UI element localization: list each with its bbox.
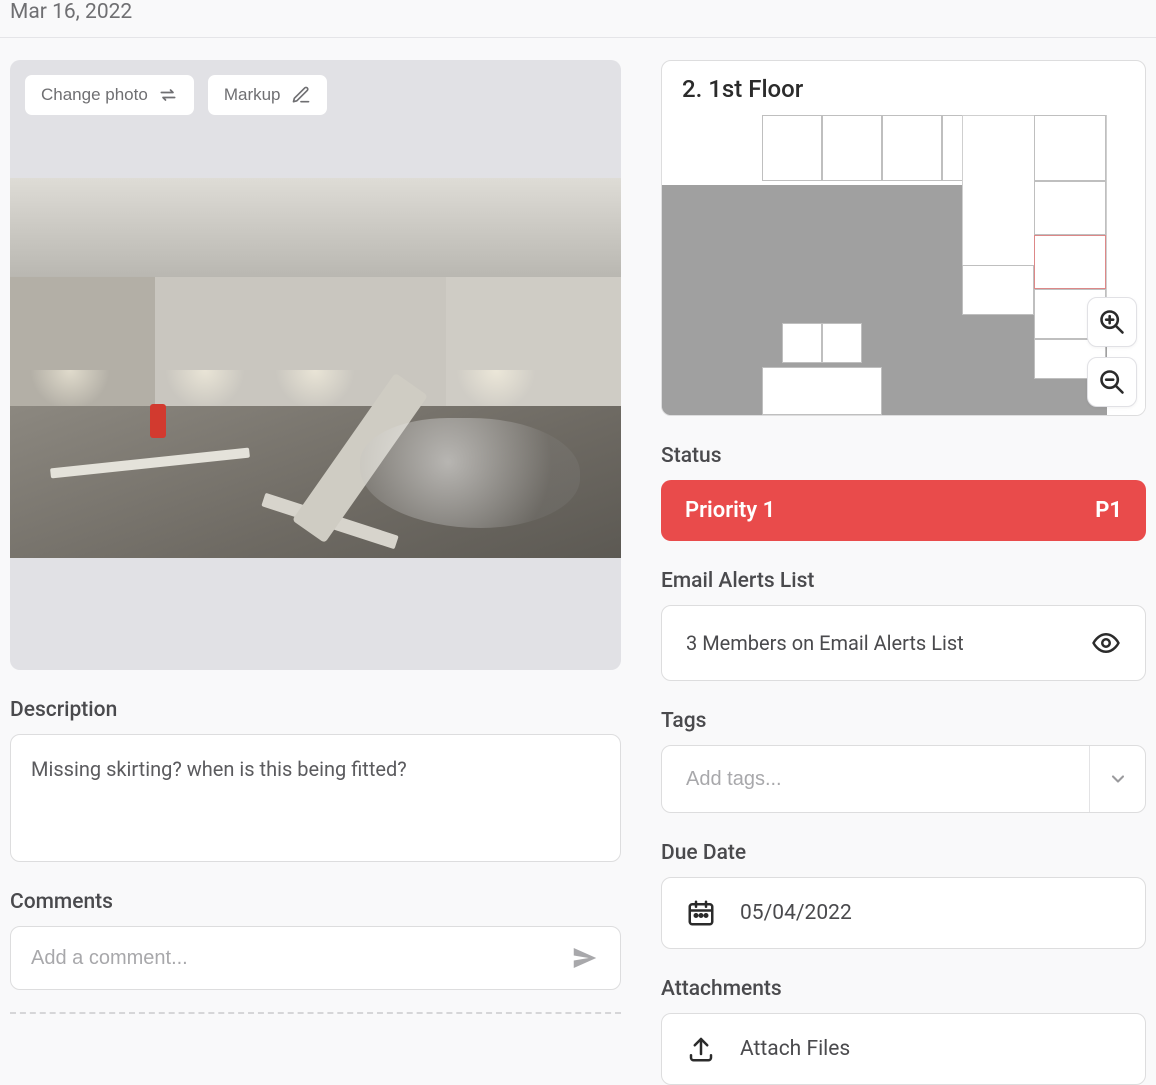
status-code: P1 xyxy=(1095,498,1122,523)
swap-icon xyxy=(158,85,178,105)
due-date-title: Due Date xyxy=(661,841,1146,865)
pencil-icon xyxy=(291,85,311,105)
floorplan-image[interactable] xyxy=(662,115,1145,415)
attach-files-label: Attach Files xyxy=(740,1037,850,1061)
issue-photo[interactable] xyxy=(10,178,621,558)
markup-button[interactable]: Markup xyxy=(207,74,328,116)
header-date: Mar 16, 2022 xyxy=(10,0,132,24)
tags-dropdown-toggle[interactable] xyxy=(1089,746,1145,812)
tags-input[interactable] xyxy=(662,746,1089,812)
zoom-out-icon xyxy=(1098,368,1126,396)
status-pill[interactable]: Priority 1 P1 xyxy=(661,480,1146,541)
description-title: Description xyxy=(10,698,621,722)
email-alerts-title: Email Alerts List xyxy=(661,569,1146,593)
tags-card xyxy=(661,745,1146,813)
due-date-card[interactable]: 05/04/2022 xyxy=(661,877,1146,949)
markup-label: Markup xyxy=(224,85,281,105)
attach-files-card[interactable]: Attach Files xyxy=(661,1013,1146,1085)
upload-icon xyxy=(686,1034,716,1064)
chevron-down-icon xyxy=(1108,769,1128,789)
floorplan-title: 2. 1st Floor xyxy=(662,61,1145,113)
description-text: Missing skirting? when is this being fit… xyxy=(31,757,407,781)
email-alerts-card[interactable]: 3 Members on Email Alerts List xyxy=(661,605,1146,681)
status-label: Priority 1 xyxy=(685,498,775,523)
floorplan-card[interactable]: 2. 1st Floor xyxy=(661,60,1146,416)
tags-title: Tags xyxy=(661,709,1146,733)
zoom-out-button[interactable] xyxy=(1087,357,1137,407)
comment-input[interactable] xyxy=(31,947,560,970)
description-card[interactable]: Missing skirting? when is this being fit… xyxy=(10,734,621,862)
photo-panel: Change photo Markup xyxy=(10,60,621,670)
comments-title: Comments xyxy=(10,890,621,914)
separator xyxy=(10,1012,621,1014)
zoom-in-button[interactable] xyxy=(1087,297,1137,347)
email-alerts-summary: 3 Members on Email Alerts List xyxy=(686,631,964,655)
attachments-title: Attachments xyxy=(661,977,1146,1001)
change-photo-label: Change photo xyxy=(41,85,148,105)
status-title: Status xyxy=(661,444,1146,468)
change-photo-button[interactable]: Change photo xyxy=(24,74,195,116)
send-icon[interactable] xyxy=(570,943,600,973)
calendar-icon xyxy=(686,898,716,928)
due-date-value: 05/04/2022 xyxy=(740,901,852,925)
comment-card xyxy=(10,926,621,990)
eye-icon xyxy=(1091,628,1121,658)
zoom-in-icon xyxy=(1098,308,1126,336)
